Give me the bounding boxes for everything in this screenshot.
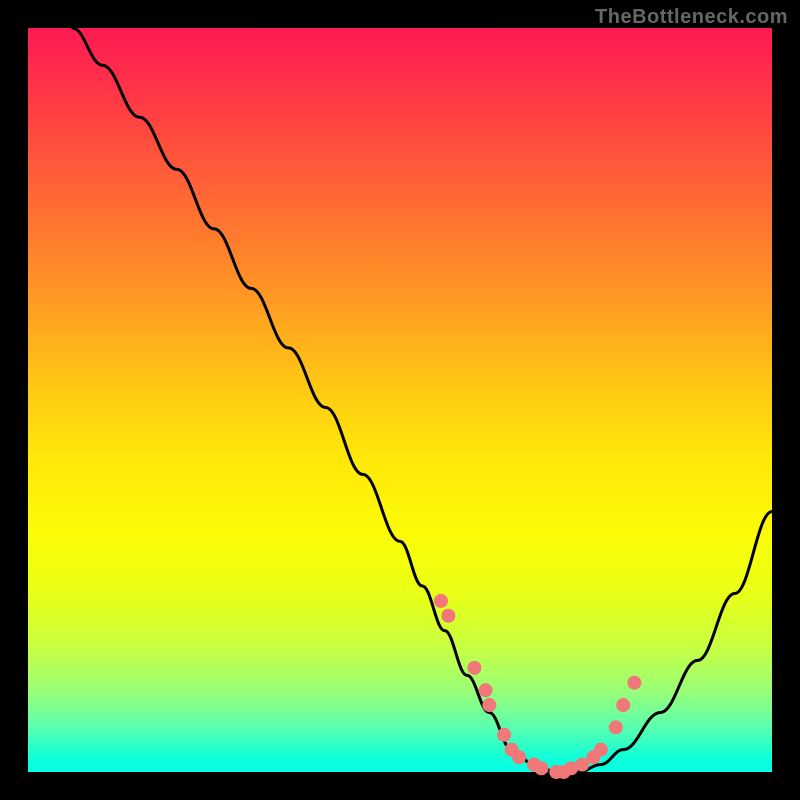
data-dot (497, 728, 511, 742)
data-dots-group (434, 594, 641, 779)
data-dot (512, 750, 526, 764)
bottleneck-curve-line (73, 28, 772, 772)
data-dot (434, 594, 448, 608)
data-dot (616, 698, 630, 712)
data-dot (441, 609, 455, 623)
data-dot (479, 683, 493, 697)
data-dot (609, 720, 623, 734)
watermark-text: TheBottleneck.com (595, 6, 788, 29)
data-dot (594, 743, 608, 757)
data-dot (482, 698, 496, 712)
data-dot (534, 761, 548, 775)
data-dot (627, 676, 641, 690)
bottleneck-chart (28, 28, 772, 772)
data-dot (467, 661, 481, 675)
